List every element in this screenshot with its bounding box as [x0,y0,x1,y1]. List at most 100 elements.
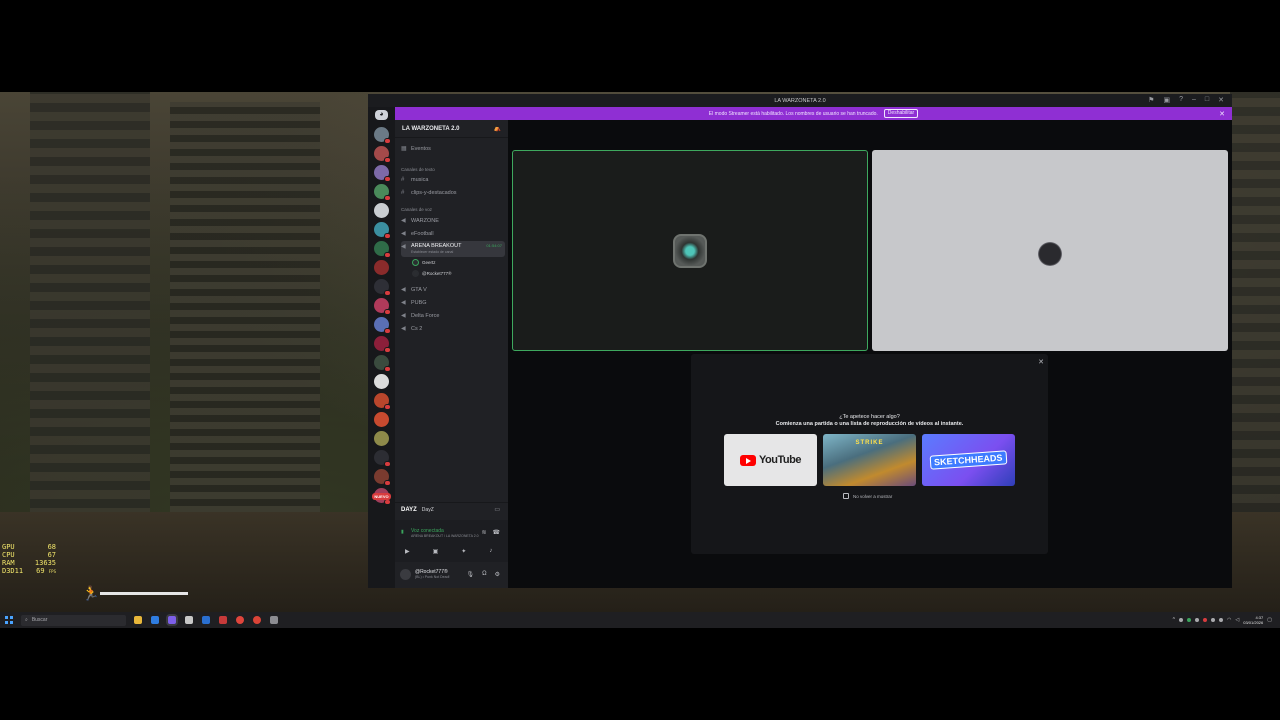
server-icon[interactable] [374,260,389,275]
server-icon[interactable] [374,469,391,486]
store-icon[interactable] [151,616,159,624]
screen-icon[interactable]: ▣ [1163,96,1170,104]
discord-icon[interactable] [168,616,176,624]
soundboard-icon[interactable]: ♪ [489,548,492,555]
volume-icon[interactable]: ◁ [1235,617,1239,623]
stamina-bar [100,592,188,595]
close-icon[interactable]: ✕ [1219,110,1225,118]
mention-badge [384,366,391,372]
headphones-icon[interactable]: Ω [482,571,487,578]
server-icon[interactable] [374,355,391,372]
mention-badge [384,233,391,239]
discord-home-icon[interactable]: ◕ [375,110,388,120]
activity-card-sketchheads[interactable]: SKETCHHEADS [922,434,1015,486]
server-icon[interactable] [374,184,391,201]
activity-card-strike[interactable]: STRIKE [823,434,916,486]
server-icon[interactable] [374,374,389,389]
voice-channel-warzone[interactable]: ◀ WARZONE [401,217,505,225]
channel-clips[interactable]: # clips-y-destacados [401,190,505,196]
category-voice[interactable]: Canales de voz [401,207,432,212]
server-icon[interactable] [374,450,391,467]
hash-icon: # [401,190,405,196]
channel-status[interactable]: Establecer estado de canal [411,250,453,254]
avatar [412,259,419,266]
tray-icon[interactable] [1203,618,1207,622]
inbox-icon[interactable]: ⚑ [1148,96,1154,104]
server-icon[interactable] [374,241,391,258]
tray-icon[interactable] [1219,618,1223,622]
voice-member[interactable]: Geertz [412,259,436,266]
tray-icon[interactable] [1179,618,1183,622]
camera-icon[interactable]: ▶ [405,548,410,555]
voice-tools: ▶ ▣ ✦ ♪ [405,548,492,555]
server-icon[interactable] [374,298,391,315]
notification-icon[interactable]: ▢ [1267,617,1272,623]
microphone-icon[interactable]: 🎙 [466,571,474,578]
voice-channel-cs2[interactable]: ◀ Cs 2 [401,325,505,333]
activity-card-youtube[interactable]: YouTube [724,434,817,486]
minimize-icon[interactable]: – [1192,96,1196,104]
help-icon[interactable]: ? [1179,96,1183,104]
noise-icon[interactable]: ≋ [481,529,486,536]
voice-channel-gta[interactable]: ◀ GTA V [401,286,505,294]
chevron-up-icon[interactable]: ^ [1173,617,1175,623]
taskbar-search[interactable]: ⌕ Buscar [21,614,126,626]
events-item[interactable]: ▦ Eventos [401,145,505,153]
checkbox[interactable] [843,493,849,499]
chrome-icon[interactable] [253,616,261,624]
user-info[interactable]: @Rocket777® (BL) • Punk Not Dead! [415,569,450,579]
participant-tile[interactable] [872,150,1228,351]
avatar[interactable] [400,568,411,580]
server-icon[interactable] [374,146,391,163]
voice-member[interactable]: @Rocket777® [412,270,451,277]
game-logo: DAYZ [401,506,417,513]
wifi-icon[interactable]: ◠ [1227,617,1231,623]
voice-channel-delta-force[interactable]: ◀ Delta Force [401,312,505,320]
game-activity-bar[interactable]: DAYZ DayZ ▭ [395,502,508,516]
monitor-icon[interactable]: ▭ [494,506,500,513]
settings-icon[interactable]: ⚙ [495,571,500,578]
app-icon[interactable] [202,616,210,624]
app-icon[interactable] [270,616,278,624]
app-icon[interactable] [219,616,227,624]
activities-icon[interactable]: ✦ [461,548,466,555]
participant-tile[interactable] [512,150,868,351]
server-icon[interactable] [374,393,391,410]
windows-start-icon[interactable] [5,616,13,624]
settings-icon[interactable] [185,616,193,624]
server-icon[interactable] [374,222,391,239]
server-icon[interactable] [374,165,391,182]
file-explorer-icon[interactable] [134,616,142,624]
recorder-icon[interactable] [236,616,244,624]
signal-icon: ▮ [401,529,404,535]
dont-show-again[interactable]: No volver a mostrar [843,493,892,499]
close-icon[interactable]: ✕ [1038,358,1044,366]
speaker-icon: ◀ [401,287,406,293]
user-controls: 🎙 Ω ⚙ [466,571,500,578]
server-icon[interactable] [374,127,391,144]
screen-share-icon[interactable]: ▣ [433,548,439,555]
channel-musica[interactable]: # musica [401,177,505,183]
server-icon[interactable] [374,279,391,296]
tray-icon[interactable] [1187,618,1191,622]
server-header[interactable]: LA WARZONETA 2.0 ⛺ [395,120,508,138]
maximize-icon[interactable]: □ [1205,96,1209,104]
clock[interactable]: 4:37 03/01/2026 [1243,615,1263,625]
voice-channel-pubg[interactable]: ◀ PUBG [401,299,505,307]
tray-icon[interactable] [1211,618,1215,622]
streamer-mode-banner: El modo Streamer está habilitado. Los no… [395,107,1232,120]
close-icon[interactable]: ✕ [1218,96,1224,104]
disable-streamer-button[interactable]: Deshabilitar [883,109,919,118]
user-status: (BL) • Punk Not Dead! [415,575,450,579]
server-icon[interactable] [374,412,389,427]
server-icon[interactable] [374,317,391,334]
tray-icon[interactable] [1195,618,1199,622]
server-icon[interactable] [374,431,389,446]
disconnect-icon[interactable]: ☎ [493,529,500,536]
voice-channel-efootball[interactable]: ◀ eFootball [401,230,505,238]
server-icon[interactable] [374,336,391,353]
server-icon[interactable] [374,203,389,218]
add-member-icon[interactable]: ⛺ [494,125,501,132]
category-text[interactable]: Canales de texto [401,167,435,172]
voice-channel-arena-breakout[interactable]: ◀ ARENA BREAKOUT 01:54:07 Establecer esta… [401,241,505,257]
